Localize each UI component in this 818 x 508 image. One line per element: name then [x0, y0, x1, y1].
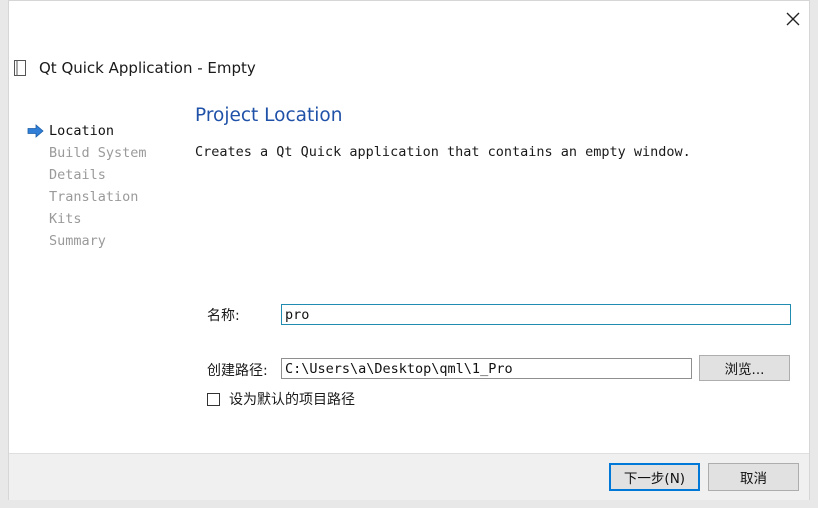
arrow-right-icon — [27, 124, 44, 138]
project-document-icon — [11, 58, 29, 78]
close-button[interactable] — [779, 5, 807, 33]
wizard-footer: 下一步(N) 取消 — [9, 453, 809, 500]
browse-button[interactable]: 浏览... — [699, 355, 790, 381]
wizard-title: Qt Quick Application - Empty — [39, 59, 256, 77]
step-translation: Translation — [25, 186, 195, 208]
path-label: 创建路径: — [207, 363, 268, 379]
step-label: Details — [49, 167, 106, 183]
step-label: Kits — [49, 211, 82, 227]
step-label: Translation — [49, 189, 139, 205]
project-path-input[interactable] — [281, 358, 692, 379]
step-summary: Summary — [25, 230, 195, 252]
cancel-button[interactable]: 取消 — [708, 463, 799, 491]
step-details: Details — [25, 164, 195, 186]
step-label: Location — [49, 123, 115, 139]
page-description: Creates a Qt Quick application that cont… — [195, 144, 691, 160]
wizard-header: Qt Quick Application - Empty — [9, 55, 256, 81]
page-title: Project Location — [195, 105, 343, 126]
default-path-checkbox[interactable] — [207, 392, 220, 406]
step-kits: Kits — [25, 208, 195, 230]
close-icon — [786, 12, 800, 26]
default-path-option[interactable]: 设为默认的项目路径 — [207, 389, 355, 409]
step-location: Location — [25, 120, 195, 142]
step-label: Summary — [49, 233, 106, 249]
project-name-input[interactable] — [281, 304, 791, 325]
next-button[interactable]: 下一步(N) — [609, 463, 700, 491]
wizard-window: Qt Quick Application - Empty Location Bu… — [8, 0, 810, 500]
name-label: 名称: — [207, 308, 240, 324]
wizard-steps: Location Build System Details Translatio… — [25, 120, 195, 252]
step-label: Build System — [49, 145, 147, 161]
default-path-checkbox-label: 设为默认的项目路径 — [229, 392, 355, 408]
step-build-system: Build System — [25, 142, 195, 164]
